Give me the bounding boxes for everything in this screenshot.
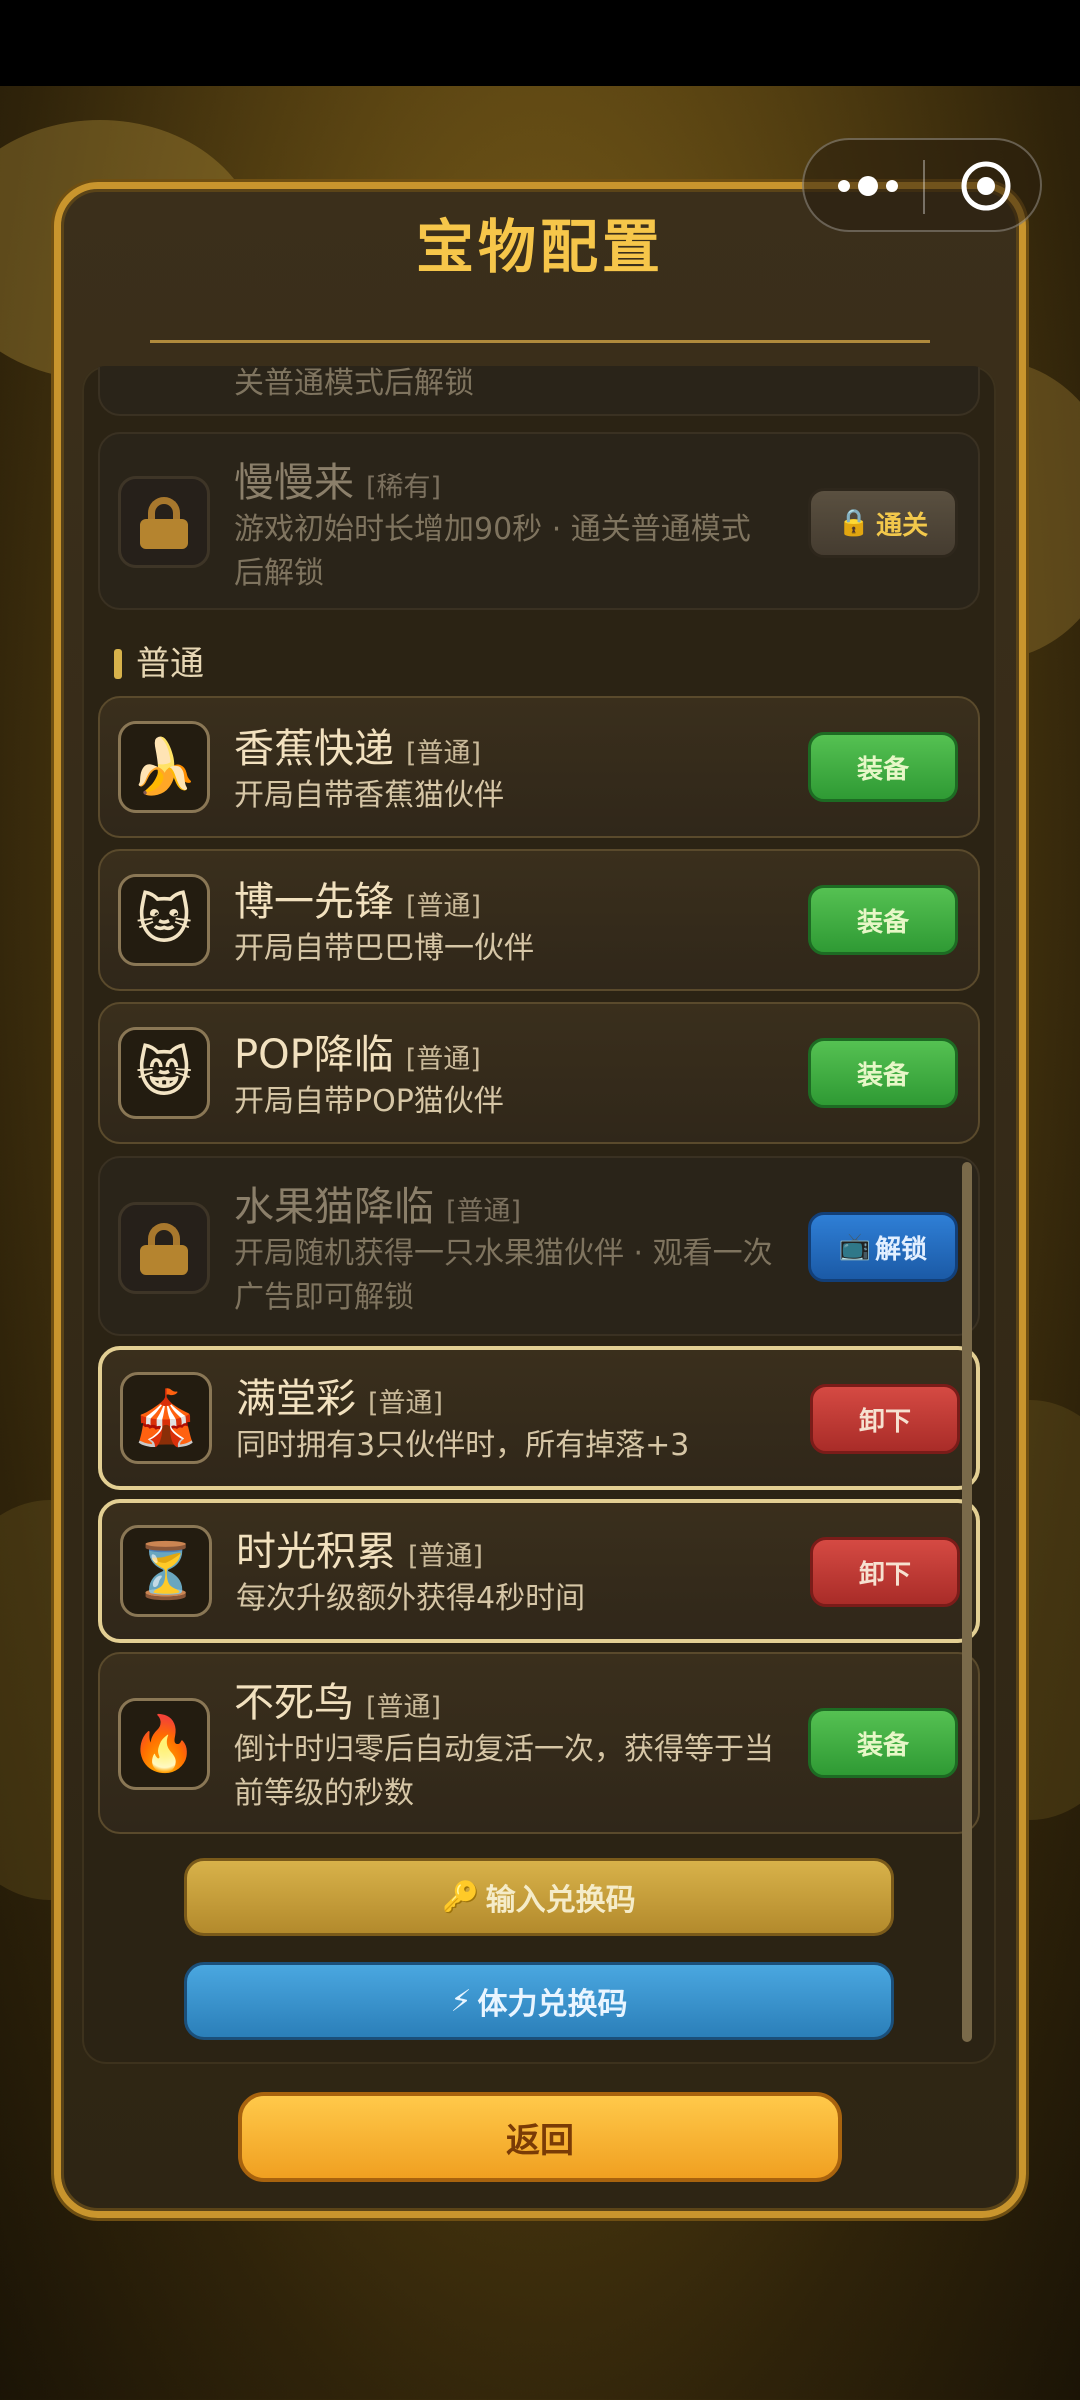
cat-face-icon: 🐱 <box>118 874 210 966</box>
treasure-card-pop: 😸 POP降临 [普通] 开局自带POP猫伙伴 装备 <box>98 1002 980 1144</box>
circus-tent-icon: 🎪 <box>120 1372 212 1464</box>
treasure-card-partial: 关普通模式后解锁 <box>98 366 980 416</box>
lock-icon <box>118 476 210 568</box>
treasure-card-banana: 🍌 香蕉快递 [普通] 开局自带香蕉猫伙伴 装备 <box>98 696 980 838</box>
treasure-rarity-tag: [普通] <box>368 1388 444 1419</box>
equip-button[interactable]: 装备 <box>808 1708 958 1778</box>
treasure-desc: 开局自带巴巴博一伙伴 <box>234 931 534 966</box>
treasure-desc: 游戏初始时长增加90秒 · 通关普通模式后解锁 <box>234 512 751 591</box>
page-title: 宝物配置 <box>415 213 664 281</box>
clear-level-button[interactable]: 🔒 通关 <box>808 488 958 558</box>
treasure-name: 不死鸟 [普通] <box>234 1680 442 1726</box>
treasure-name: POP降临 [普通] <box>234 1032 481 1078</box>
section-header-common: 普通 <box>114 636 204 685</box>
unequip-button[interactable]: 卸下 <box>810 1537 960 1607</box>
tv-icon: 📺 <box>838 1232 872 1262</box>
treasure-card-boyi: 🐱 博一先锋 [普通] 开局自带巴巴博一伙伴 装备 <box>98 849 980 991</box>
treasure-rarity-tag: [普通] <box>366 1692 442 1723</box>
treasure-list[interactable]: 关普通模式后解锁 慢慢来 [稀有] 游戏初始时长增加90秒 · 通关普通模式后解锁… <box>82 366 996 2064</box>
list-scrollbar[interactable] <box>962 1162 972 2042</box>
treasure-card-phoenix: 🔥 不死鸟 [普通] 倒计时归零后自动复活一次，获得等于当前等级的秒数 装备 <box>98 1652 980 1834</box>
lock-icon <box>118 1202 210 1294</box>
key-icon: 🔑 <box>442 1879 480 1915</box>
treasure-card-full-house: 🎪 满堂彩 [普通] 同时拥有3只伙伴时，所有掉落+3 卸下 <box>98 1346 980 1490</box>
treasure-name: 时光积累 [普通] <box>236 1529 484 1575</box>
treasure-card-fruit-cat: 水果猫降临 [普通] 开局随机获得一只水果猫伙伴 · 观看一次广告即可解锁 📺 解锁 <box>98 1156 980 1336</box>
treasure-rarity-tag: [稀有] <box>366 472 442 503</box>
treasure-card-slowly: 慢慢来 [稀有] 游戏初始时长增加90秒 · 通关普通模式后解锁 🔒 通关 <box>98 432 980 610</box>
treasure-desc: 开局自带香蕉猫伙伴 <box>234 778 504 813</box>
treasure-name: 水果猫降临 [普通] <box>234 1184 522 1230</box>
treasure-rarity-tag: [普通] <box>446 1196 522 1227</box>
treasure-card-time-accumulate: ⏳ 时光积累 [普通] 每次升级额外获得4秒时间 卸下 <box>98 1499 980 1643</box>
title-divider <box>150 340 930 343</box>
treasure-desc: 关普通模式后解锁 <box>234 366 474 401</box>
treasure-desc: 开局随机获得一只水果猫伙伴 · 观看一次广告即可解锁 <box>234 1236 773 1315</box>
hourglass-icon: ⏳ <box>120 1525 212 1617</box>
treasure-desc: 每次升级额外获得4秒时间 <box>236 1581 586 1616</box>
lightning-icon: ⚡ <box>450 1983 472 2019</box>
treasure-rarity-tag: [普通] <box>406 891 482 922</box>
status-bar <box>0 0 1080 86</box>
treasure-desc: 同时拥有3只伙伴时，所有掉落+3 <box>236 1428 690 1463</box>
equip-button[interactable]: 装备 <box>808 732 958 802</box>
treasure-name: 满堂彩 [普通] <box>236 1376 444 1422</box>
fire-icon: 🔥 <box>118 1698 210 1790</box>
back-button[interactable]: 返回 <box>238 2092 842 2182</box>
unlock-ad-button[interactable]: 📺 解锁 <box>808 1212 958 1282</box>
treasure-desc: 开局自带POP猫伙伴 <box>234 1084 504 1119</box>
treasure-rarity-tag: [普通] <box>406 738 482 769</box>
section-marker <box>114 649 122 679</box>
equip-button[interactable]: 装备 <box>808 1038 958 1108</box>
equip-button[interactable]: 装备 <box>808 885 958 955</box>
treasure-rarity-tag: [普通] <box>405 1044 481 1075</box>
lock-icon: 🔒 <box>837 508 871 538</box>
treasure-name: 博一先锋 [普通] <box>234 879 482 925</box>
unequip-button[interactable]: 卸下 <box>810 1384 960 1454</box>
banana-icon: 🍌 <box>118 721 210 813</box>
treasure-rarity-tag: [普通] <box>408 1541 484 1572</box>
grinning-cat-icon: 😸 <box>118 1027 210 1119</box>
treasure-name: 慢慢来 [稀有] <box>234 460 442 506</box>
more-icon[interactable] <box>838 168 898 204</box>
treasure-name: 香蕉快递 [普通] <box>234 726 482 772</box>
redeem-code-button[interactable]: 🔑 输入兑换码 <box>184 1858 894 1936</box>
treasure-desc: 倒计时归零后自动复活一次，获得等于当前等级的秒数 <box>234 1732 774 1811</box>
stamina-code-button[interactable]: ⚡ 体力兑换码 <box>184 1962 894 2040</box>
